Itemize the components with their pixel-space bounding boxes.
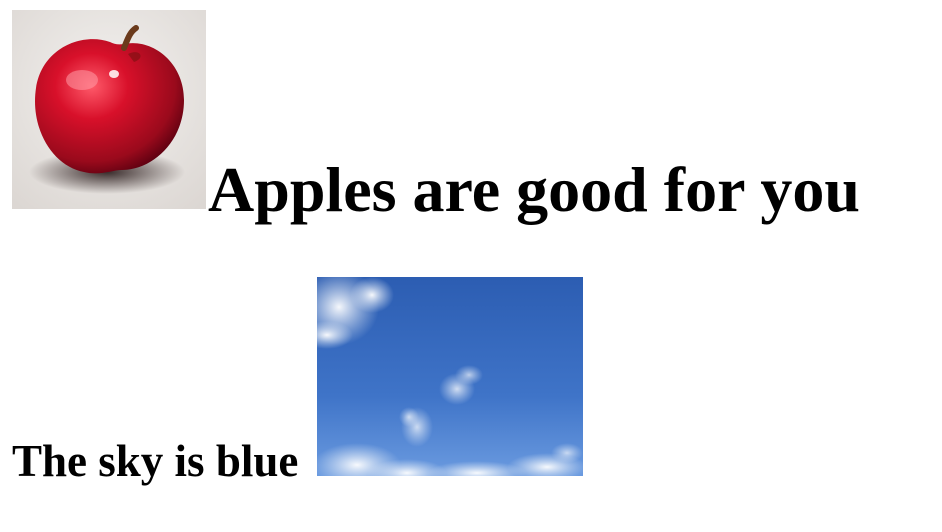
apple-image: [12, 10, 206, 209]
sky-icon: [317, 277, 583, 476]
sky-image: [317, 277, 583, 476]
sky-heading: The sky is blue: [12, 436, 299, 486]
apple-heading: Apples are good for you: [208, 154, 860, 225]
apple-icon: [12, 10, 206, 209]
